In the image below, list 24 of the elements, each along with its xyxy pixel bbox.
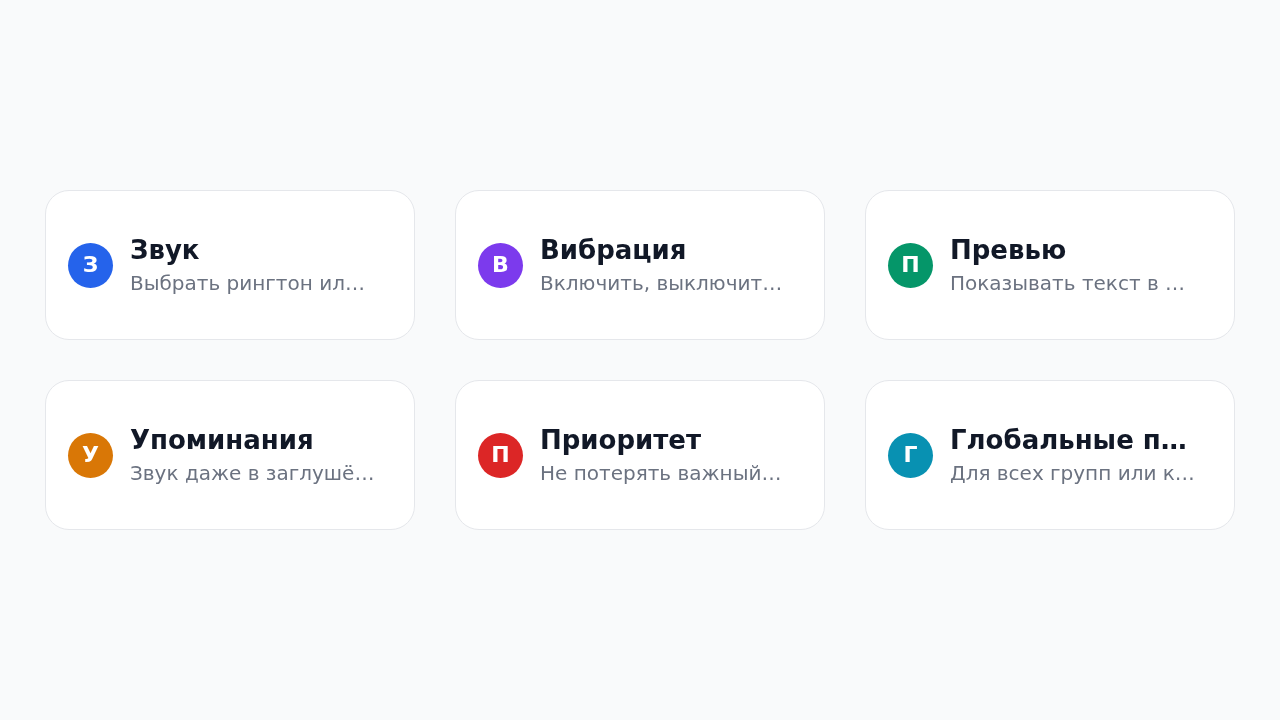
settings-card[interactable]: У Упоминания Звук даже в заглушё… xyxy=(45,380,415,530)
card-description: Не потерять важный… xyxy=(540,461,782,485)
settings-card[interactable]: В Вибрация Включить, выключит… xyxy=(455,190,825,340)
card-description: Для всех групп или к… xyxy=(950,461,1195,485)
card-title: Приоритет xyxy=(540,425,703,455)
letter-avatar: Г xyxy=(888,432,933,478)
card-title: Упоминания xyxy=(130,425,315,455)
settings-card[interactable]: П Приоритет Не потерять важный… xyxy=(455,380,825,530)
card-title: Вибрация xyxy=(540,235,688,265)
card-description: Показывать текст в … xyxy=(950,271,1186,295)
card-title: Звук xyxy=(130,235,201,265)
settings-card[interactable]: П Превью Показывать текст в … xyxy=(865,190,1235,340)
settings-card[interactable]: З Звук Выбрать рингтон ил… xyxy=(45,190,415,340)
card-title: Превью xyxy=(950,235,1068,265)
letter-avatar: П xyxy=(478,432,523,478)
letter-avatar: З xyxy=(68,242,113,288)
card-description: Включить, выключит… xyxy=(540,271,783,295)
letter-avatar: В xyxy=(478,242,523,288)
card-description: Звук даже в заглушё… xyxy=(130,461,375,485)
letter-avatar: У xyxy=(68,432,113,478)
card-description: Выбрать рингтон ил… xyxy=(130,271,365,295)
settings-card[interactable]: Г Глобальные п… Для всех групп или к… xyxy=(865,380,1235,530)
letter-avatar: П xyxy=(888,242,933,288)
card-title: Глобальные п… xyxy=(950,425,1188,455)
